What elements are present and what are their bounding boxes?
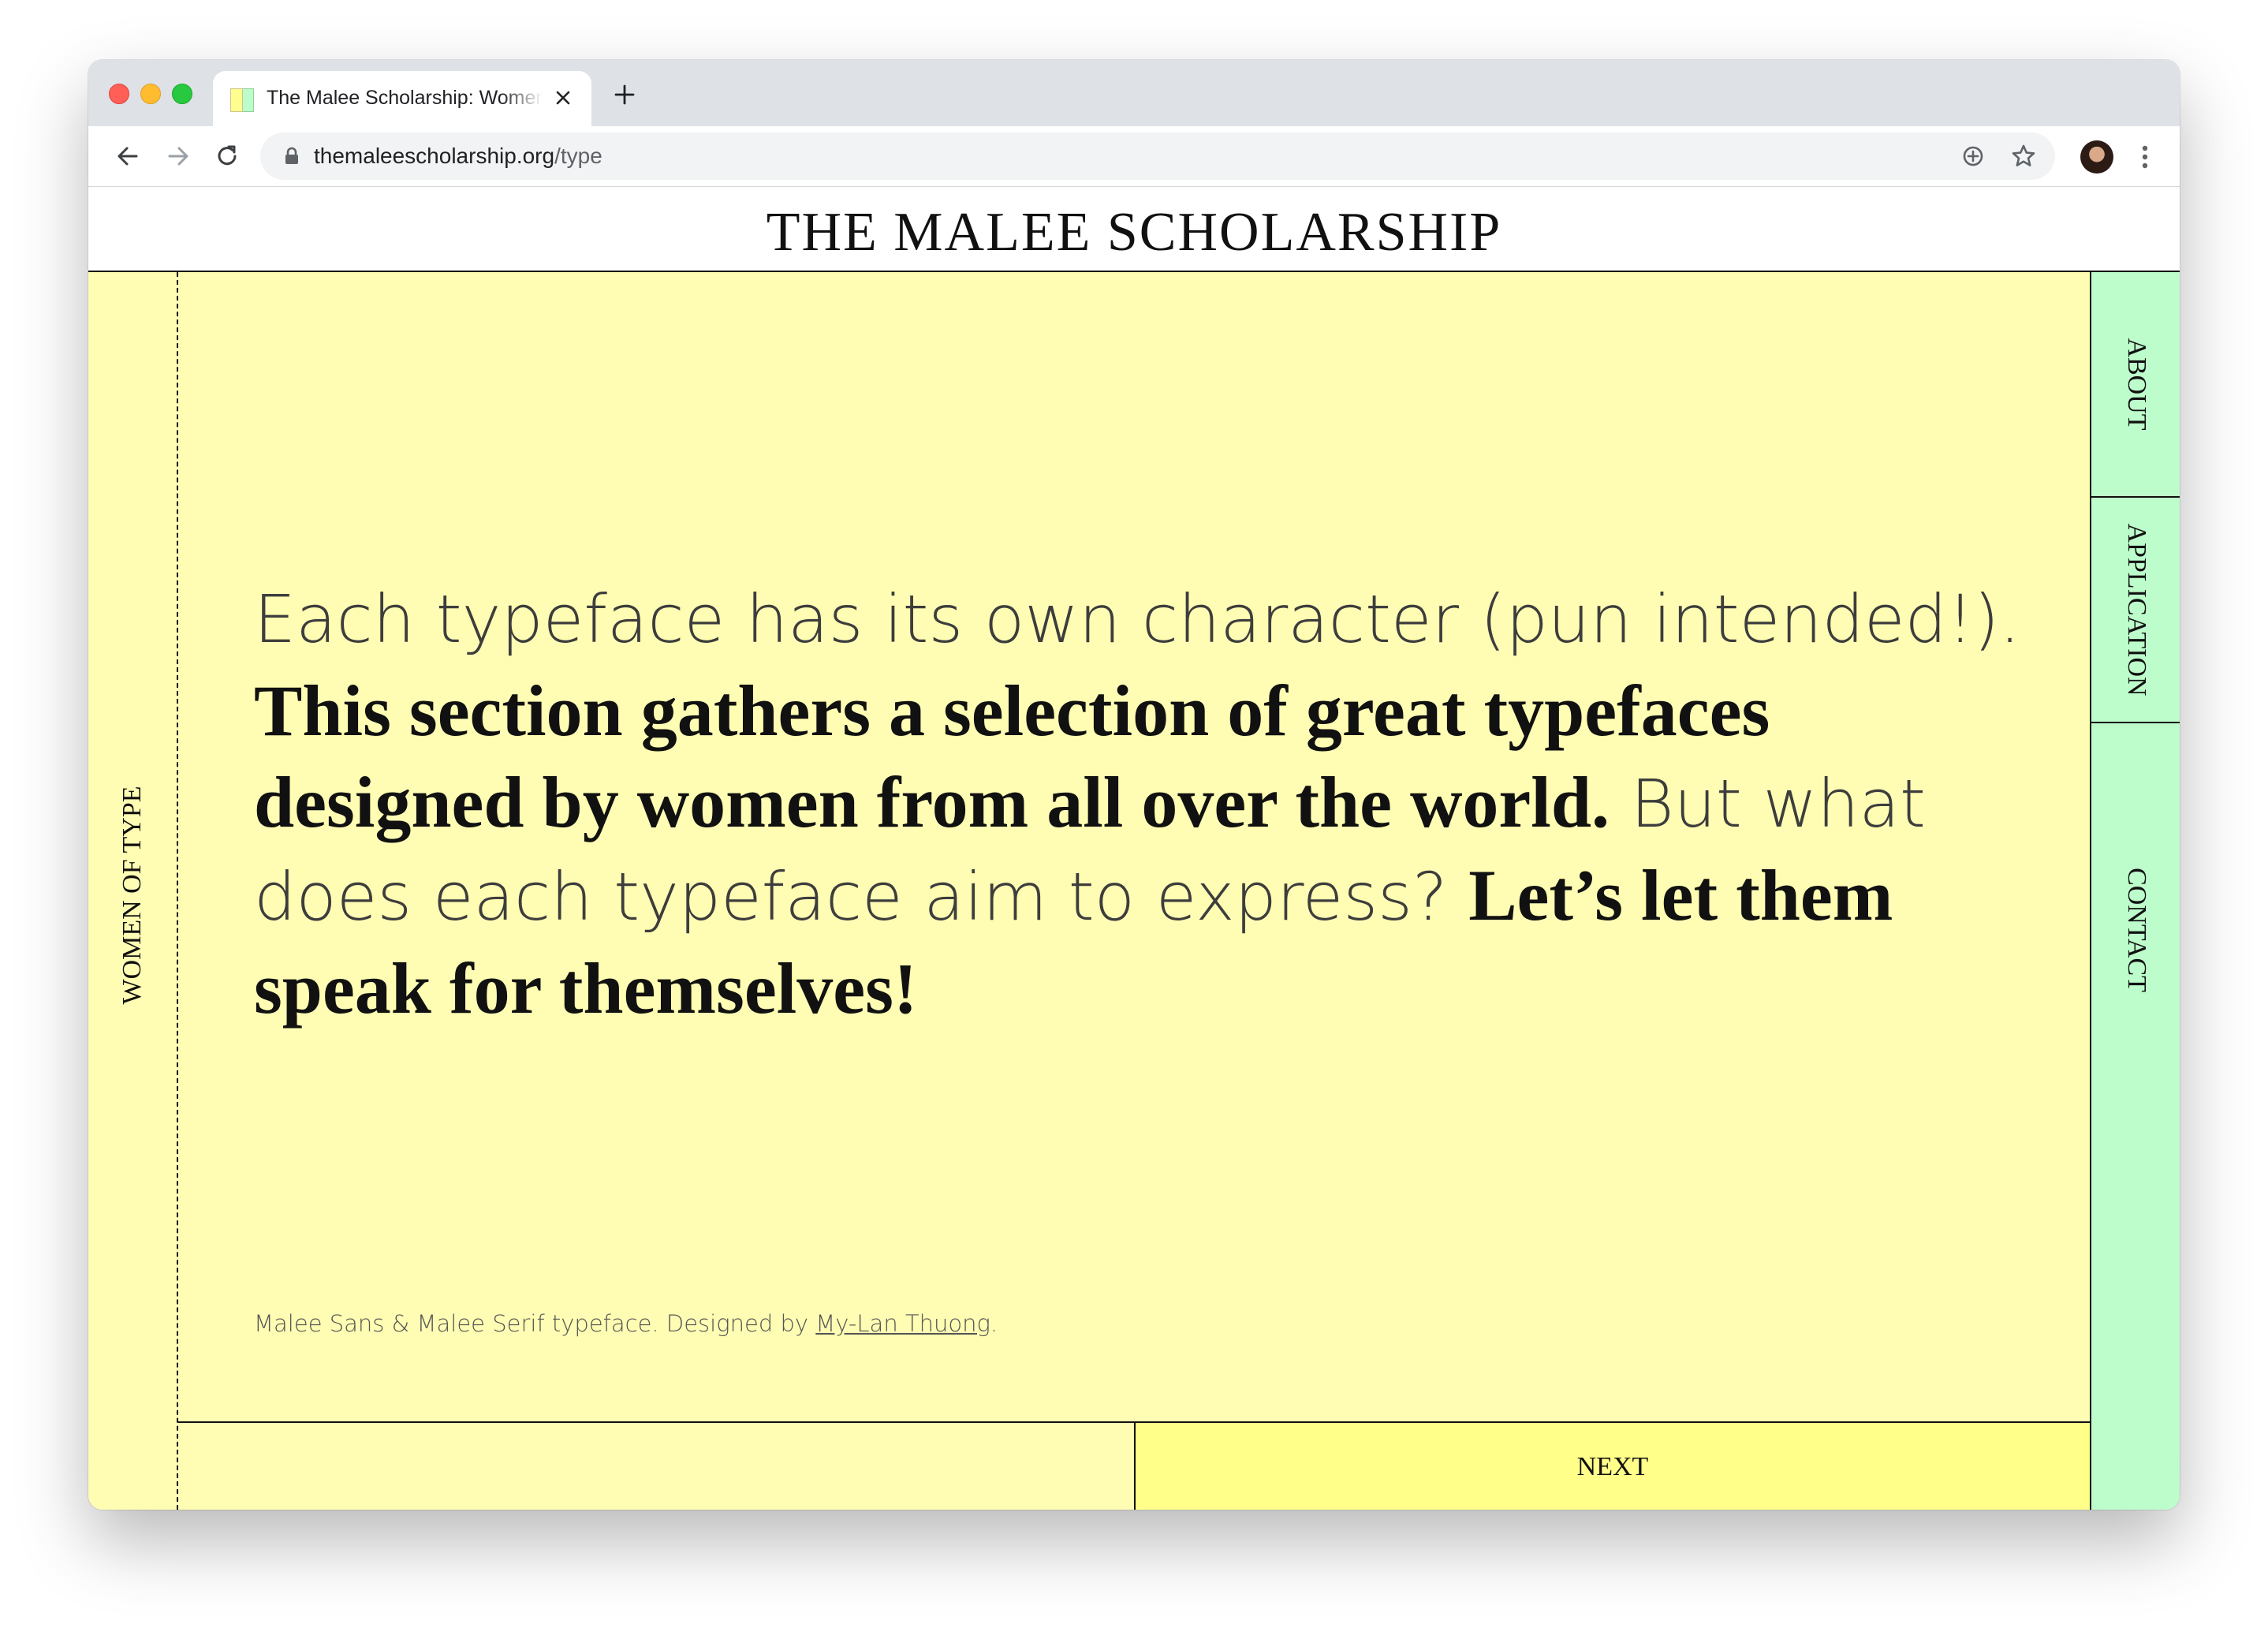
close-window-button[interactable] <box>109 84 129 104</box>
reload-icon <box>218 145 237 166</box>
intro-part-1: Each typeface has its own character (pun… <box>254 581 2020 658</box>
pagination-bar: NEXT <box>178 1421 2090 1510</box>
designer-link[interactable]: My-Lan Thuong <box>815 1310 990 1337</box>
main-content: Each typeface has its own character (pun… <box>178 272 2090 1421</box>
site-title[interactable]: THE MALEE SCHOLARSHIP <box>767 205 1502 260</box>
tab-title: The Malee Scholarship: Women of Type <box>267 87 543 109</box>
credit-prefix: Malee Sans & Malee Serif typeface. Desig… <box>254 1310 816 1337</box>
browser-window: The Malee Scholarship: Women of Type <box>88 60 2180 1510</box>
install-app-button[interactable] <box>1959 142 1987 170</box>
section-rail: WOMEN OF TYPE <box>88 272 178 1510</box>
forward-button[interactable] <box>159 137 197 175</box>
url-path: /type <box>554 144 602 168</box>
arrow-left-icon <box>118 147 138 166</box>
nav-item-contact[interactable]: CONTACT <box>2091 722 2180 1510</box>
site-nav: ABOUT APPLICATION CONTACT <box>2090 272 2180 1510</box>
nav-label-application: APPLICATION <box>2122 523 2151 696</box>
site-header: THE MALEE SCHOLARSHIP <box>88 187 2180 272</box>
nav-label-contact: CONTACT <box>2122 868 2151 992</box>
screenshot-stage: The Malee Scholarship: Women of Type <box>0 0 2268 1628</box>
browser-toolbar: themaleescholarship.org/type <box>88 126 2180 187</box>
active-tab[interactable]: The Malee Scholarship: Women of Type <box>213 71 591 126</box>
browser-menu-button[interactable] <box>2129 139 2161 175</box>
new-tab-button[interactable] <box>609 79 640 110</box>
star-icon <box>2012 144 2035 166</box>
nav-label-about: ABOUT <box>2122 338 2151 431</box>
nav-item-application[interactable]: APPLICATION <box>2091 496 2180 722</box>
intro-part-2: This section gathers a selection of grea… <box>254 670 1770 842</box>
page-viewport: THE MALEE SCHOLARSHIP WOMEN OF TYPE Each… <box>88 187 2180 1510</box>
reload-button[interactable] <box>208 137 246 175</box>
nav-item-about[interactable]: ABOUT <box>2091 272 2180 496</box>
credit-suffix: . <box>990 1310 998 1337</box>
url-text: themaleescholarship.org/type <box>314 144 602 169</box>
typeface-credit: Malee Sans & Malee Serif typeface. Desig… <box>254 1310 998 1337</box>
arrow-right-icon <box>168 147 188 166</box>
previous-slot <box>178 1423 1136 1510</box>
install-plus-icon <box>1963 146 1983 166</box>
url-host: themaleescholarship.org <box>314 144 555 168</box>
tab-strip: The Malee Scholarship: Women of Type <box>88 60 2180 126</box>
minimize-window-button[interactable] <box>140 84 161 104</box>
three-dots-icon <box>2142 145 2148 169</box>
address-bar[interactable]: themaleescholarship.org/type <box>260 133 2055 180</box>
favicon-icon <box>230 88 254 112</box>
lock-icon <box>285 147 298 164</box>
maximize-window-button[interactable] <box>172 84 192 104</box>
next-button[interactable]: NEXT <box>1136 1423 2090 1510</box>
back-button[interactable] <box>109 137 147 175</box>
intro-paragraph: Each typeface has its own character (pun… <box>254 572 2052 1034</box>
close-icon <box>556 91 570 105</box>
section-label[interactable]: WOMEN OF TYPE <box>118 786 147 1004</box>
plus-icon <box>614 84 635 105</box>
profile-avatar[interactable] <box>2080 140 2113 174</box>
close-tab-button[interactable] <box>549 84 577 112</box>
bookmark-button[interactable] <box>2009 142 2038 170</box>
